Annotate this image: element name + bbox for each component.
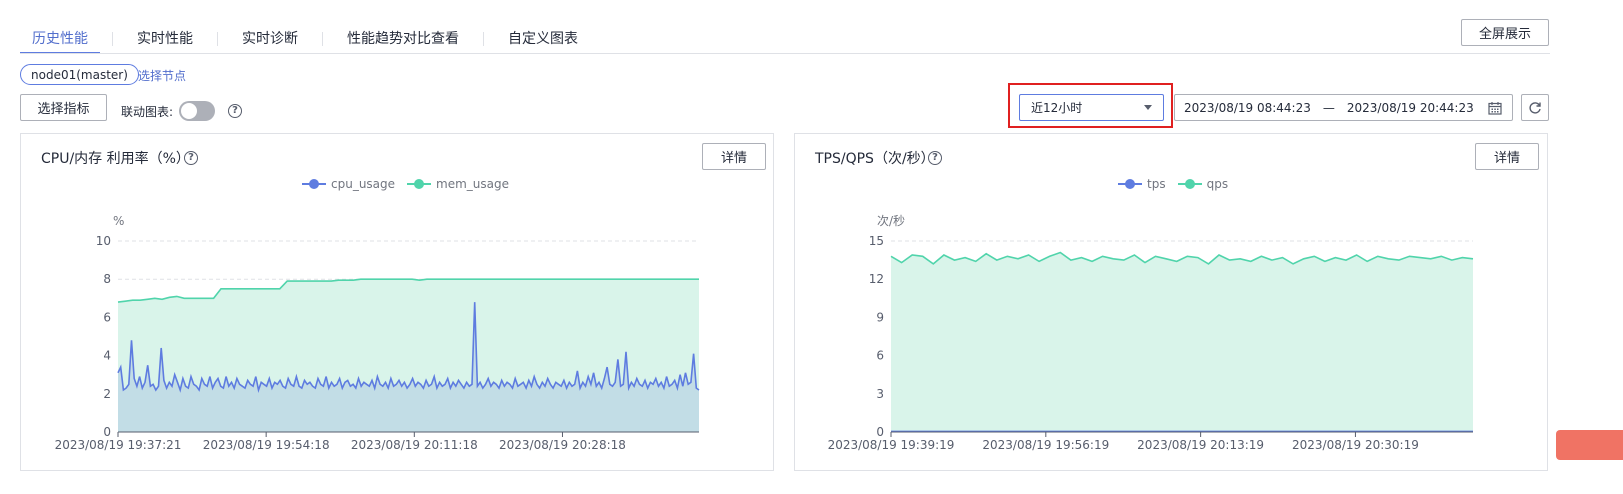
fullscreen-button[interactable]: 全屏展示 <box>1461 19 1549 46</box>
x-tick-label: 2023/08/19 20:28:18 <box>499 438 626 452</box>
tab-history-performance[interactable]: 历史性能 <box>20 22 100 54</box>
end-time: 2023/08/19 20:44:23 <box>1346 100 1474 115</box>
y-tick-label: 10 <box>96 234 111 248</box>
tab-divider <box>112 32 113 46</box>
y-tick-label: 2 <box>103 387 111 401</box>
y-tick-label: 3 <box>876 387 884 401</box>
range-separator: — <box>1322 100 1335 115</box>
refresh-button[interactable] <box>1521 94 1549 121</box>
tab-bar: 历史性能 实时性能 实时诊断 性能趋势对比查看 自定义图表 <box>20 22 590 54</box>
y-tick-label: 0 <box>103 425 111 439</box>
tps-qps-panel: TPS/QPS（次/秒） ? 详情 tps qps 0 3 6 9 12 15 次/秒 202… <box>794 133 1548 471</box>
x-tick-label: 2023/08/19 19:56:19 <box>982 438 1109 452</box>
date-range-picker[interactable]: 2023/08/19 08:44:23 — 2023/08/19 20:44:2… <box>1174 94 1513 121</box>
y-tick-label: 6 <box>103 310 111 324</box>
y-tick-label: 12 <box>869 272 884 286</box>
tab-trend-comparison[interactable]: 性能趋势对比查看 <box>335 22 471 54</box>
y-tick-label: 4 <box>103 349 111 363</box>
x-tick-label: 2023/08/19 20:13:19 <box>1137 438 1264 452</box>
tab-divider <box>322 32 323 46</box>
x-tick-label: 2023/08/19 20:11:18 <box>351 438 478 452</box>
linked-chart-label: 联动图表: <box>121 105 174 119</box>
x-tick-label: 2023/08/19 19:37:21 <box>55 438 182 452</box>
calendar-icon[interactable] <box>1488 101 1502 115</box>
x-tick-label: 2023/08/19 19:54:18 <box>203 438 330 452</box>
tps-qps-chart: 0 3 6 9 12 15 次/秒 2023/08/19 19:39:19 2023/08/19… <box>828 214 1474 452</box>
toggle-knob <box>181 103 197 119</box>
y-tick-label: 0 <box>876 425 884 439</box>
y-tick-label: 9 <box>876 310 884 324</box>
y-axis-label: 次/秒 <box>877 214 905 228</box>
y-tick-label: 8 <box>103 272 111 286</box>
tab-divider <box>483 32 484 46</box>
select-node-link[interactable]: 选择节点 <box>138 67 186 84</box>
select-metric-button[interactable]: 选择指标 <box>20 94 107 121</box>
tab-realtime-diagnosis[interactable]: 实时诊断 <box>230 22 310 54</box>
floating-side-tab[interactable] <box>1556 430 1623 460</box>
tab-custom-chart[interactable]: 自定义图表 <box>496 22 590 54</box>
series-area-qps <box>891 252 1473 432</box>
cpu-mem-chart: 0 2 4 6 8 10% 2023/08/19 19:37:21 2023/08/19 19… <box>55 214 700 452</box>
help-icon[interactable]: ? <box>228 104 242 118</box>
chevron-down-icon <box>1144 105 1152 110</box>
cpu-mem-panel: CPU/内存 利用率（%） ? 详情 cpu_usage mem_usage 0… <box>20 133 774 471</box>
y-tick-label: 15 <box>869 234 884 248</box>
refresh-icon <box>1529 101 1541 114</box>
time-range-select[interactable]: 近12小时 <box>1019 94 1164 121</box>
node-tag[interactable]: node01(master) <box>20 64 139 85</box>
x-tick-label: 2023/08/19 19:39:19 <box>828 438 955 452</box>
tab-underline <box>20 53 1550 54</box>
start-time: 2023/08/19 08:44:23 <box>1184 100 1311 115</box>
tab-divider <box>217 32 218 46</box>
time-range-value: 近12小时 <box>1031 101 1083 115</box>
y-axis-label: % <box>113 214 124 228</box>
linked-chart-toggle[interactable] <box>179 101 215 121</box>
x-tick-label: 2023/08/19 20:30:19 <box>1292 438 1419 452</box>
tab-realtime-performance[interactable]: 实时性能 <box>125 22 205 54</box>
y-tick-label: 6 <box>876 349 884 363</box>
